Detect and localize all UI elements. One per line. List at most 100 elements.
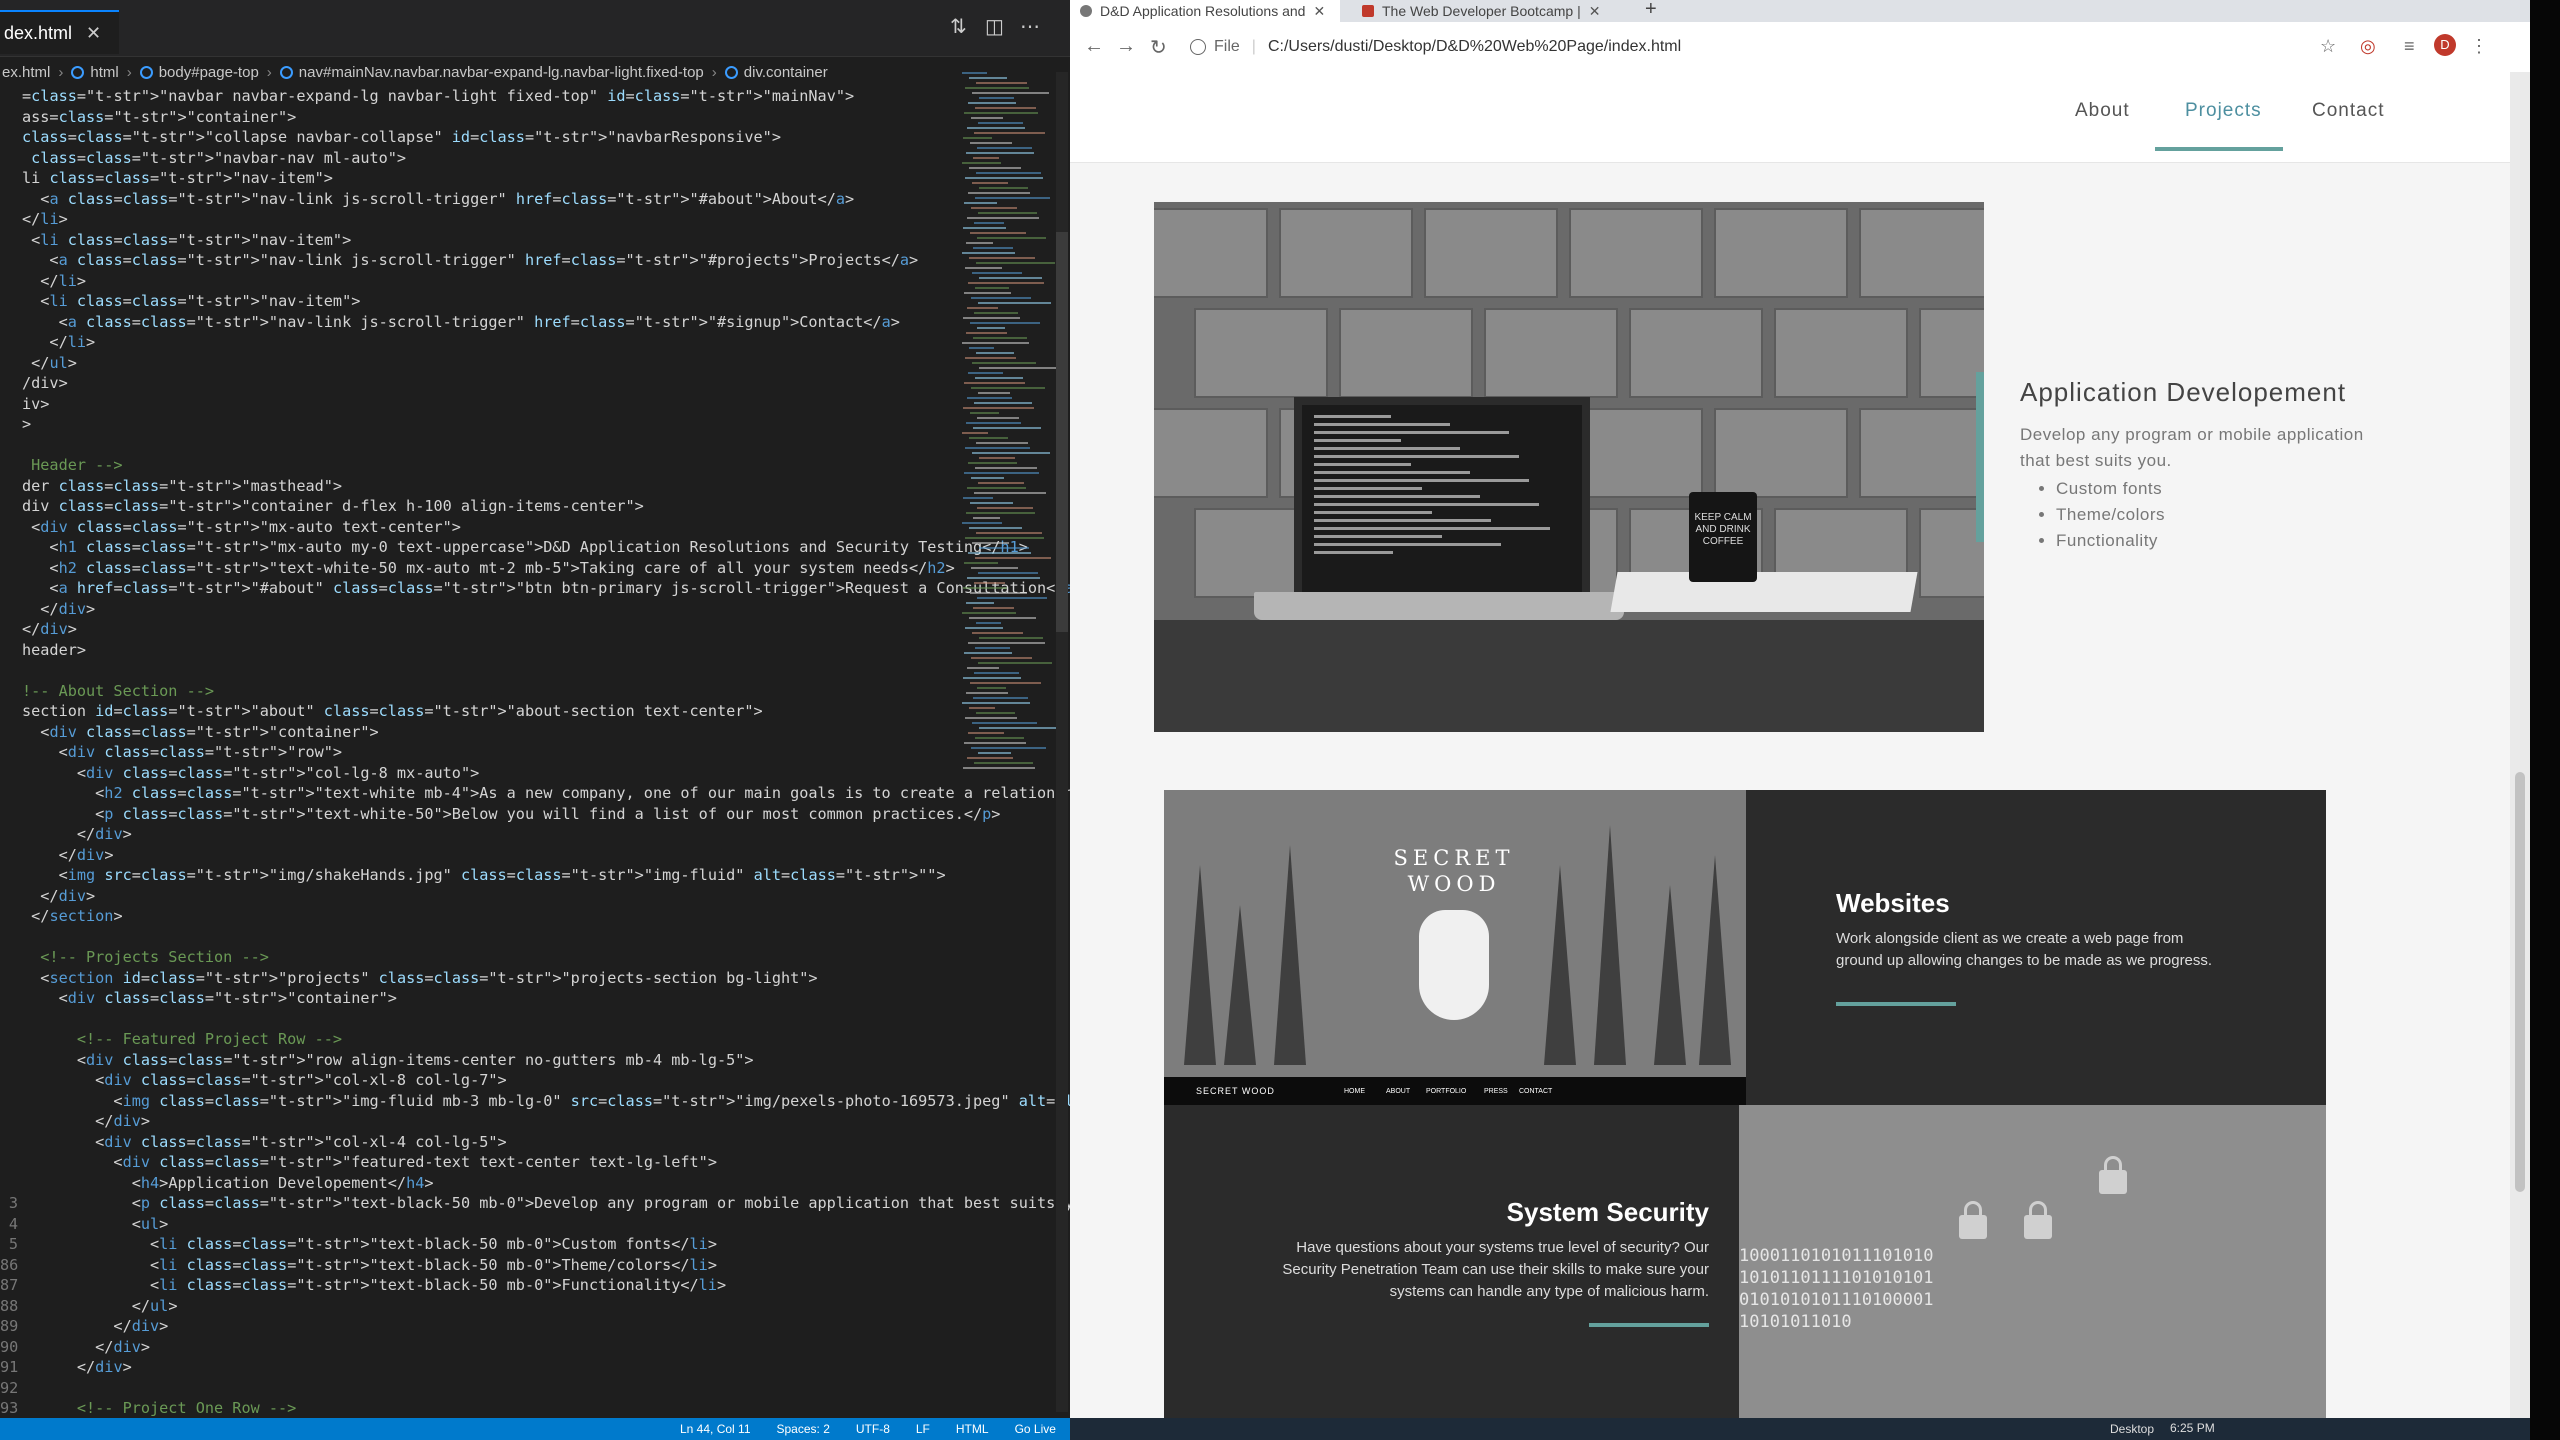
code-line[interactable]: </div> [0,599,970,620]
code-line[interactable]: </div> [0,845,970,866]
code-line[interactable]: <a href=class="t-str">"#about" class=cla… [0,578,1070,599]
code-line[interactable]: 92 [0,1378,970,1399]
status-language[interactable]: HTML [956,1422,989,1436]
browser-tab-udemy[interactable]: The Web Developer Bootcamp | ✕ [1352,0,1692,22]
editor-scrollbar[interactable] [1056,72,1068,1412]
code-line[interactable]: <img class=class="t-str">"img-fluid mb-3… [0,1091,1070,1112]
code-line[interactable]: =class="t-str">"navbar navbar-expand-lg … [0,86,970,107]
code-line[interactable]: 93 <!-- Project One Row --> [0,1398,970,1419]
more-actions-icon[interactable]: ⋯ [1020,14,1040,39]
code-line[interactable]: <h1 class=class="t-str">"mx-auto my-0 te… [0,537,1027,558]
code-line[interactable]: 88 </ul> [0,1296,970,1317]
status-go-live[interactable]: Go Live [1015,1422,1056,1436]
code-line[interactable]: <div class=class="t-str">"container"> [0,988,970,1009]
code-line[interactable]: section id=class="t-str">"about" class=c… [0,701,970,722]
address-bar[interactable]: File | C:/Users/dusti/Desktop/D&D%20Web%… [1190,31,2380,63]
code-line[interactable]: <li class=class="t-str">"nav-item"> [0,291,970,312]
code-line[interactable]: Header --> [0,455,970,476]
info-icon[interactable] [1190,39,1206,55]
compare-icon[interactable]: ⇅ [950,14,967,39]
reading-list-icon[interactable]: ≡ [2404,36,2415,57]
code-line[interactable]: class=class="t-str">"navbar-nav ml-auto"… [0,148,970,169]
close-icon[interactable]: ✕ [86,23,101,44]
status-encoding[interactable]: UTF-8 [856,1422,890,1436]
code-line[interactable]: <img src=class="t-str">"img/shakeHands.j… [0,865,970,886]
reload-icon[interactable]: ↻ [1150,35,1167,60]
close-icon[interactable]: ✕ [1589,3,1601,20]
code-line[interactable]: <a class=class="t-str">"nav-link js-scro… [0,189,970,210]
code-line[interactable]: <!-- Featured Project Row --> [0,1029,970,1050]
breadcrumb-item[interactable]: html [90,64,118,81]
code-line[interactable]: 89 </div> [0,1316,970,1337]
code-line[interactable]: </div> [0,619,970,640]
status-eol[interactable]: LF [916,1422,930,1436]
code-line[interactable]: <li class=class="t-str">"nav-item"> [0,230,970,251]
taskbar-desktop[interactable]: Desktop [2110,1422,2154,1436]
code-line[interactable]: <div class=class="t-str">"col-lg-8 mx-au… [0,763,970,784]
back-icon[interactable]: ← [1084,35,1104,58]
code-line[interactable]: <h2 class=class="t-str">"text-white mb-4… [0,783,1070,804]
nav-link-contact[interactable]: Contact [2312,100,2384,122]
split-editor-icon[interactable]: ◫ [985,14,1004,39]
code-line[interactable]: 90 </div> [0,1337,970,1358]
code-line[interactable]: class=class="t-str">"collapse navbar-col… [0,127,970,148]
breadcrumb-item[interactable]: nav#mainNav.navbar.navbar-expand-lg.navb… [299,64,704,81]
code-line[interactable]: iv> [0,394,970,415]
scrollbar-thumb[interactable] [1056,232,1068,632]
code-line[interactable]: </div> [0,824,970,845]
code-line[interactable]: <div class=class="t-str">"col-xl-4 col-l… [0,1132,970,1153]
new-tab-icon[interactable]: + [1645,0,1657,21]
code-line[interactable]: !-- About Section --> [0,681,970,702]
code-line[interactable]: /div> [0,373,970,394]
code-line[interactable]: > [0,414,970,435]
code-line[interactable]: 3 <p class=class="t-str">"text-black-50 … [0,1193,1070,1214]
breadcrumb-item[interactable]: body#page-top [159,64,259,81]
code-line[interactable]: <a class=class="t-str">"nav-link js-scro… [0,250,970,271]
status-indentation[interactable]: Spaces: 2 [777,1422,830,1436]
code-line[interactable]: li class=class="t-str">"nav-item"> [0,168,970,189]
code-line[interactable] [0,927,970,948]
nav-link-about[interactable]: About [2075,100,2130,122]
status-cursor-position[interactable]: Ln 44, Col 11 [680,1422,751,1436]
code-line[interactable]: </li> [0,271,970,292]
forward-icon[interactable]: → [1116,35,1136,58]
nav-link-projects[interactable]: Projects [2185,100,2262,122]
browser-scrollbar[interactable] [2510,72,2530,1422]
code-line[interactable]: <div class=class="t-str">"col-xl-8 col-l… [0,1070,970,1091]
code-line[interactable]: 86 <li class=class="t-str">"text-black-5… [0,1255,970,1276]
close-icon[interactable]: ✕ [1313,3,1325,20]
scrollbar-thumb[interactable] [2515,772,2525,1192]
breadcrumb-item[interactable]: div.container [744,64,828,81]
code-line[interactable] [0,660,970,681]
code-line[interactable]: der class=class="t-str">"masthead"> [0,476,970,497]
code-line[interactable]: </div> [0,1111,970,1132]
code-line[interactable]: 4 <ul> [0,1214,970,1235]
code-line[interactable]: <div class=class="t-str">"row"> [0,742,970,763]
code-line[interactable]: <h2 class=class="t-str">"text-white-50 m… [0,558,970,579]
menu-icon[interactable]: ⋮ [2470,36,2488,57]
code-line[interactable]: <a class=class="t-str">"nav-link js-scro… [0,312,970,333]
code-line[interactable]: <!-- Projects Section --> [0,947,970,968]
code-line[interactable]: </ul> [0,353,970,374]
code-line[interactable]: header> [0,640,970,661]
code-line[interactable]: div class=class="t-str">"container d-fle… [0,496,970,517]
code-area[interactable]: =class="t-str">"navbar navbar-expand-lg … [0,86,1070,1438]
code-line[interactable]: <p class=class="t-str">"text-white-50">B… [0,804,1000,825]
code-line[interactable]: </li> [0,332,970,353]
code-line[interactable]: </div> [0,886,970,907]
editor-tab-index-html[interactable]: dex.html ✕ [0,10,120,54]
avatar[interactable]: D [2434,34,2456,56]
code-line[interactable]: </li> [0,209,970,230]
code-line[interactable]: <div class=class="t-str">"container"> [0,722,970,743]
code-line[interactable]: <div class=class="t-str">"row align-item… [0,1050,970,1071]
code-line[interactable]: </section> [0,906,970,927]
code-line[interactable] [0,1009,970,1030]
code-line[interactable]: <section id=class="t-str">"projects" cla… [0,968,970,989]
extension-icon[interactable]: ◎ [2360,36,2376,57]
code-line[interactable]: 5 <li class=class="t-str">"text-black-50… [0,1234,970,1255]
code-line[interactable]: <div class=class="t-str">"featured-text … [0,1152,970,1173]
code-line[interactable]: <div class=class="t-str">"mx-auto text-c… [0,517,970,538]
code-line[interactable]: 87 <li class=class="t-str">"text-black-5… [0,1275,970,1296]
minimap[interactable] [962,72,1058,772]
browser-tab-dd[interactable]: D&D Application Resolutions and ✕ [1070,0,1340,22]
